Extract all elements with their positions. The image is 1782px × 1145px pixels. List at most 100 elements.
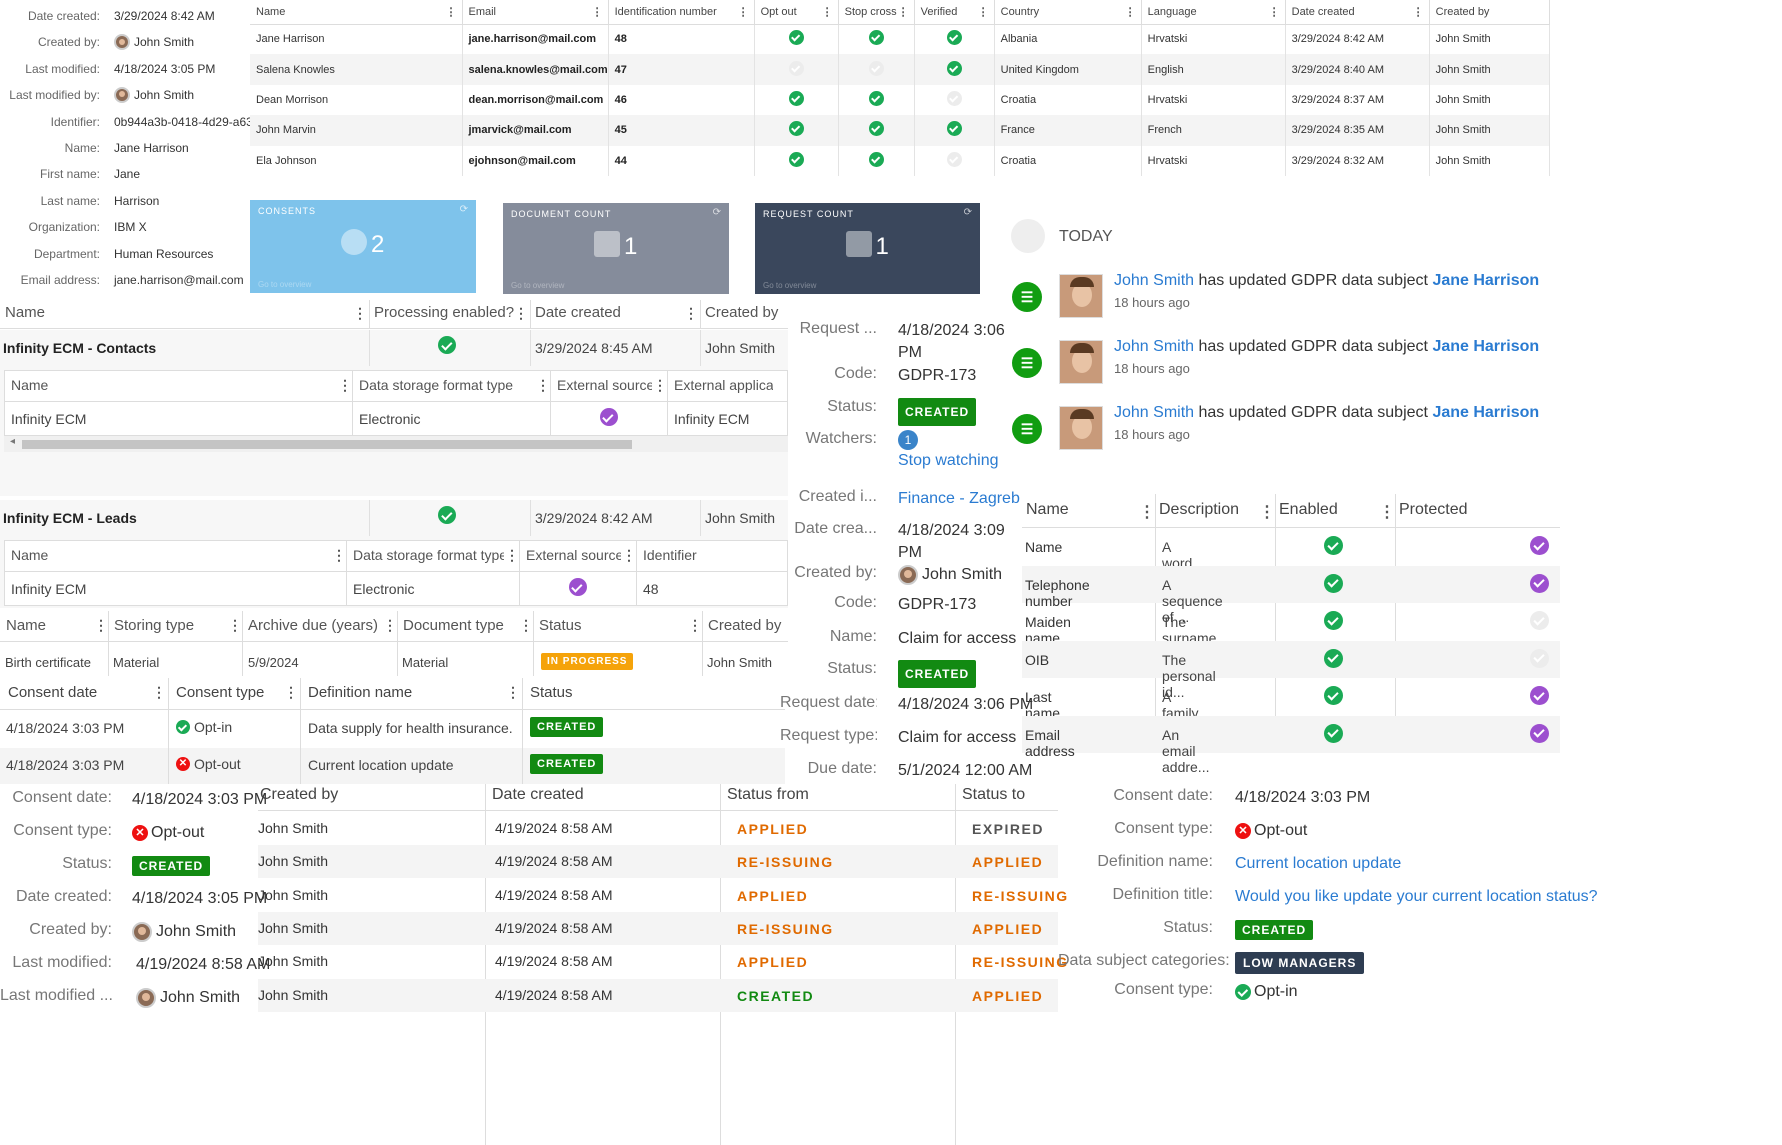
column-menu-icon[interactable]: ⋮	[446, 5, 457, 18]
event-user-link[interactable]: John Smith	[1114, 272, 1194, 289]
column-header[interactable]: Created by	[1429, 0, 1550, 25]
table-row[interactable]: John Marvin jmarvick@mail.com 45 France Fren…	[250, 115, 1550, 146]
group-name[interactable]: Infinity ECM - Leads	[3, 510, 137, 526]
summary-tile[interactable]: REQUEST COUNT ⟳ 1 Go to overview	[755, 203, 980, 294]
nested-column-header[interactable]: Name	[11, 547, 331, 563]
column-menu-icon[interactable]: ⋮	[688, 617, 702, 634]
column-menu-icon[interactable]: ⋮	[592, 5, 603, 18]
column-menu-icon[interactable]: ⋮	[284, 684, 298, 701]
column-menu-icon[interactable]: ⋮	[383, 617, 397, 634]
refresh-icon[interactable]: ⟳	[713, 207, 721, 218]
column-header[interactable]: Stop cross ⋮	[838, 0, 915, 25]
column-header[interactable]: Name	[1026, 501, 1069, 519]
detail-value-text[interactable]: John Smith	[134, 88, 194, 102]
tile-overview-link[interactable]: Go to overview	[258, 280, 311, 289]
event-user-link[interactable]: John Smith	[1114, 338, 1194, 355]
column-menu-icon[interactable]: ⋮	[653, 377, 667, 394]
column-header[interactable]: Consent date	[8, 684, 97, 701]
column-header[interactable]: Status	[530, 684, 573, 701]
summary-tile[interactable]: CONSENTS ⟳ 2 Go to overview	[250, 200, 476, 293]
definition-name-link[interactable]: Current location update	[1235, 855, 1401, 873]
nested-column-header[interactable]: Data storage format type	[359, 377, 535, 393]
nested-column-header[interactable]: Data storage format type	[353, 547, 504, 563]
column-header[interactable]: Date created	[492, 786, 584, 804]
user-name[interactable]: John Smith	[156, 923, 236, 941]
column-header[interactable]: Date created ⋮	[1285, 0, 1430, 25]
nested-column-header[interactable]: External source	[557, 377, 652, 393]
tile-overview-link[interactable]: Go to overview	[763, 281, 816, 290]
table-row[interactable]: Salena Knowles salena.knowles@mail.com 47 U…	[250, 54, 1550, 85]
event-target-link[interactable]: Jane Harrison	[1432, 338, 1539, 355]
column-menu-icon[interactable]: ⋮	[94, 617, 108, 634]
event-target-link[interactable]: Jane Harrison	[1432, 272, 1539, 289]
column-header[interactable]: Enabled	[1279, 501, 1338, 519]
detail-value-text[interactable]: John Smith	[134, 35, 194, 49]
column-header[interactable]: Opt out ⋮	[754, 0, 839, 25]
column-menu-icon[interactable]: ⋮	[1139, 502, 1155, 522]
column-header[interactable]: Status from	[727, 786, 809, 804]
column-menu-icon[interactable]: ⋮	[1413, 5, 1424, 18]
column-header[interactable]: Created by	[705, 304, 783, 321]
column-header[interactable]: Country ⋮	[994, 0, 1142, 25]
column-menu-icon[interactable]: ⋮	[353, 305, 367, 322]
event-target-link[interactable]: Jane Harrison	[1432, 404, 1539, 421]
column-header[interactable]: Storing type	[114, 617, 194, 634]
column-header[interactable]: Consent type	[176, 684, 264, 701]
column-header[interactable]: Description	[1159, 501, 1239, 519]
column-header[interactable]: Created by	[260, 786, 338, 804]
column-menu-icon[interactable]: ⋮	[978, 5, 989, 18]
column-header[interactable]: Identification number ⋮	[608, 0, 755, 25]
column-header[interactable]: Name ⋮	[250, 0, 463, 25]
tile-overview-link[interactable]: Go to overview	[511, 281, 564, 290]
column-header[interactable]: Email ⋮	[462, 0, 609, 25]
column-header[interactable]: Date created	[535, 304, 695, 321]
table-row[interactable]: Ela Johnson ejohnson@mail.com 44 Croatia Hrv…	[250, 145, 1550, 176]
column-header[interactable]: Definition name	[308, 684, 412, 701]
definition-title-link[interactable]: Would you like update your current locat…	[1235, 888, 1598, 906]
column-menu-icon[interactable]: ⋮	[505, 547, 519, 564]
column-menu-icon[interactable]: ⋮	[898, 5, 909, 18]
user-name[interactable]: John Smith	[160, 989, 240, 1007]
column-header[interactable]: Name	[6, 617, 46, 634]
column-menu-icon[interactable]: ⋮	[622, 547, 636, 564]
nested-column-header[interactable]: External application	[674, 377, 773, 393]
column-header[interactable]: Status	[539, 617, 582, 634]
nested-column-header[interactable]: Name	[11, 377, 337, 393]
refresh-icon[interactable]: ⟳	[460, 204, 468, 215]
column-menu-icon[interactable]: ⋮	[228, 617, 242, 634]
column-menu-icon[interactable]: ⋮	[519, 617, 533, 634]
column-menu-icon[interactable]: ⋮	[338, 377, 352, 394]
column-menu-icon[interactable]: ⋮	[514, 305, 528, 322]
column-menu-icon[interactable]: ⋮	[506, 684, 520, 701]
nested-column-header[interactable]: Identifier	[643, 547, 773, 563]
column-menu-icon[interactable]: ⋮	[1379, 502, 1395, 522]
column-header[interactable]: Protected	[1399, 501, 1467, 519]
column-menu-icon[interactable]: ⋮	[1269, 5, 1280, 18]
refresh-icon[interactable]: ⟳	[964, 207, 972, 218]
table-row[interactable]: Dean Morrison dean.morrison@mail.com 46 Cro…	[250, 84, 1550, 116]
column-menu-icon[interactable]: ⋮	[332, 547, 346, 564]
summary-tile[interactable]: DOCUMENT COUNT ⟳ 1 Go to overview	[503, 203, 729, 294]
column-header[interactable]: Archive due (years)	[248, 617, 378, 634]
created-in-link[interactable]: Finance - Zagreb	[898, 488, 1020, 510]
column-header[interactable]: Document type	[403, 617, 504, 634]
column-header[interactable]: Language ⋮	[1141, 0, 1286, 25]
column-menu-icon[interactable]: ⋮	[536, 377, 550, 394]
column-header[interactable]: Status to	[962, 786, 1025, 804]
column-header[interactable]: Created by	[708, 617, 781, 634]
scroll-left-icon[interactable]: ◂	[10, 436, 15, 447]
scrollbar-thumb[interactable]	[22, 440, 632, 449]
column-header[interactable]: Processing enabled?	[374, 304, 525, 321]
column-header[interactable]: Name	[5, 304, 364, 321]
nested-column-header[interactable]: External source	[526, 547, 621, 563]
column-header[interactable]: Verified ⋮	[914, 0, 995, 25]
stop-watching-link[interactable]: Stop watching	[898, 450, 999, 472]
column-menu-icon[interactable]: ⋮	[684, 305, 698, 322]
column-menu-icon[interactable]: ⋮	[152, 684, 166, 701]
column-menu-icon[interactable]: ⋮	[822, 5, 833, 18]
column-menu-icon[interactable]: ⋮	[738, 5, 749, 18]
column-menu-icon[interactable]: ⋮	[1259, 502, 1275, 522]
table-row[interactable]: Jane Harrison jane.harrison@mail.com 48 Alb…	[250, 24, 1550, 55]
user-name[interactable]: John Smith	[922, 564, 1002, 586]
watchers-count[interactable]: 1	[898, 430, 918, 450]
